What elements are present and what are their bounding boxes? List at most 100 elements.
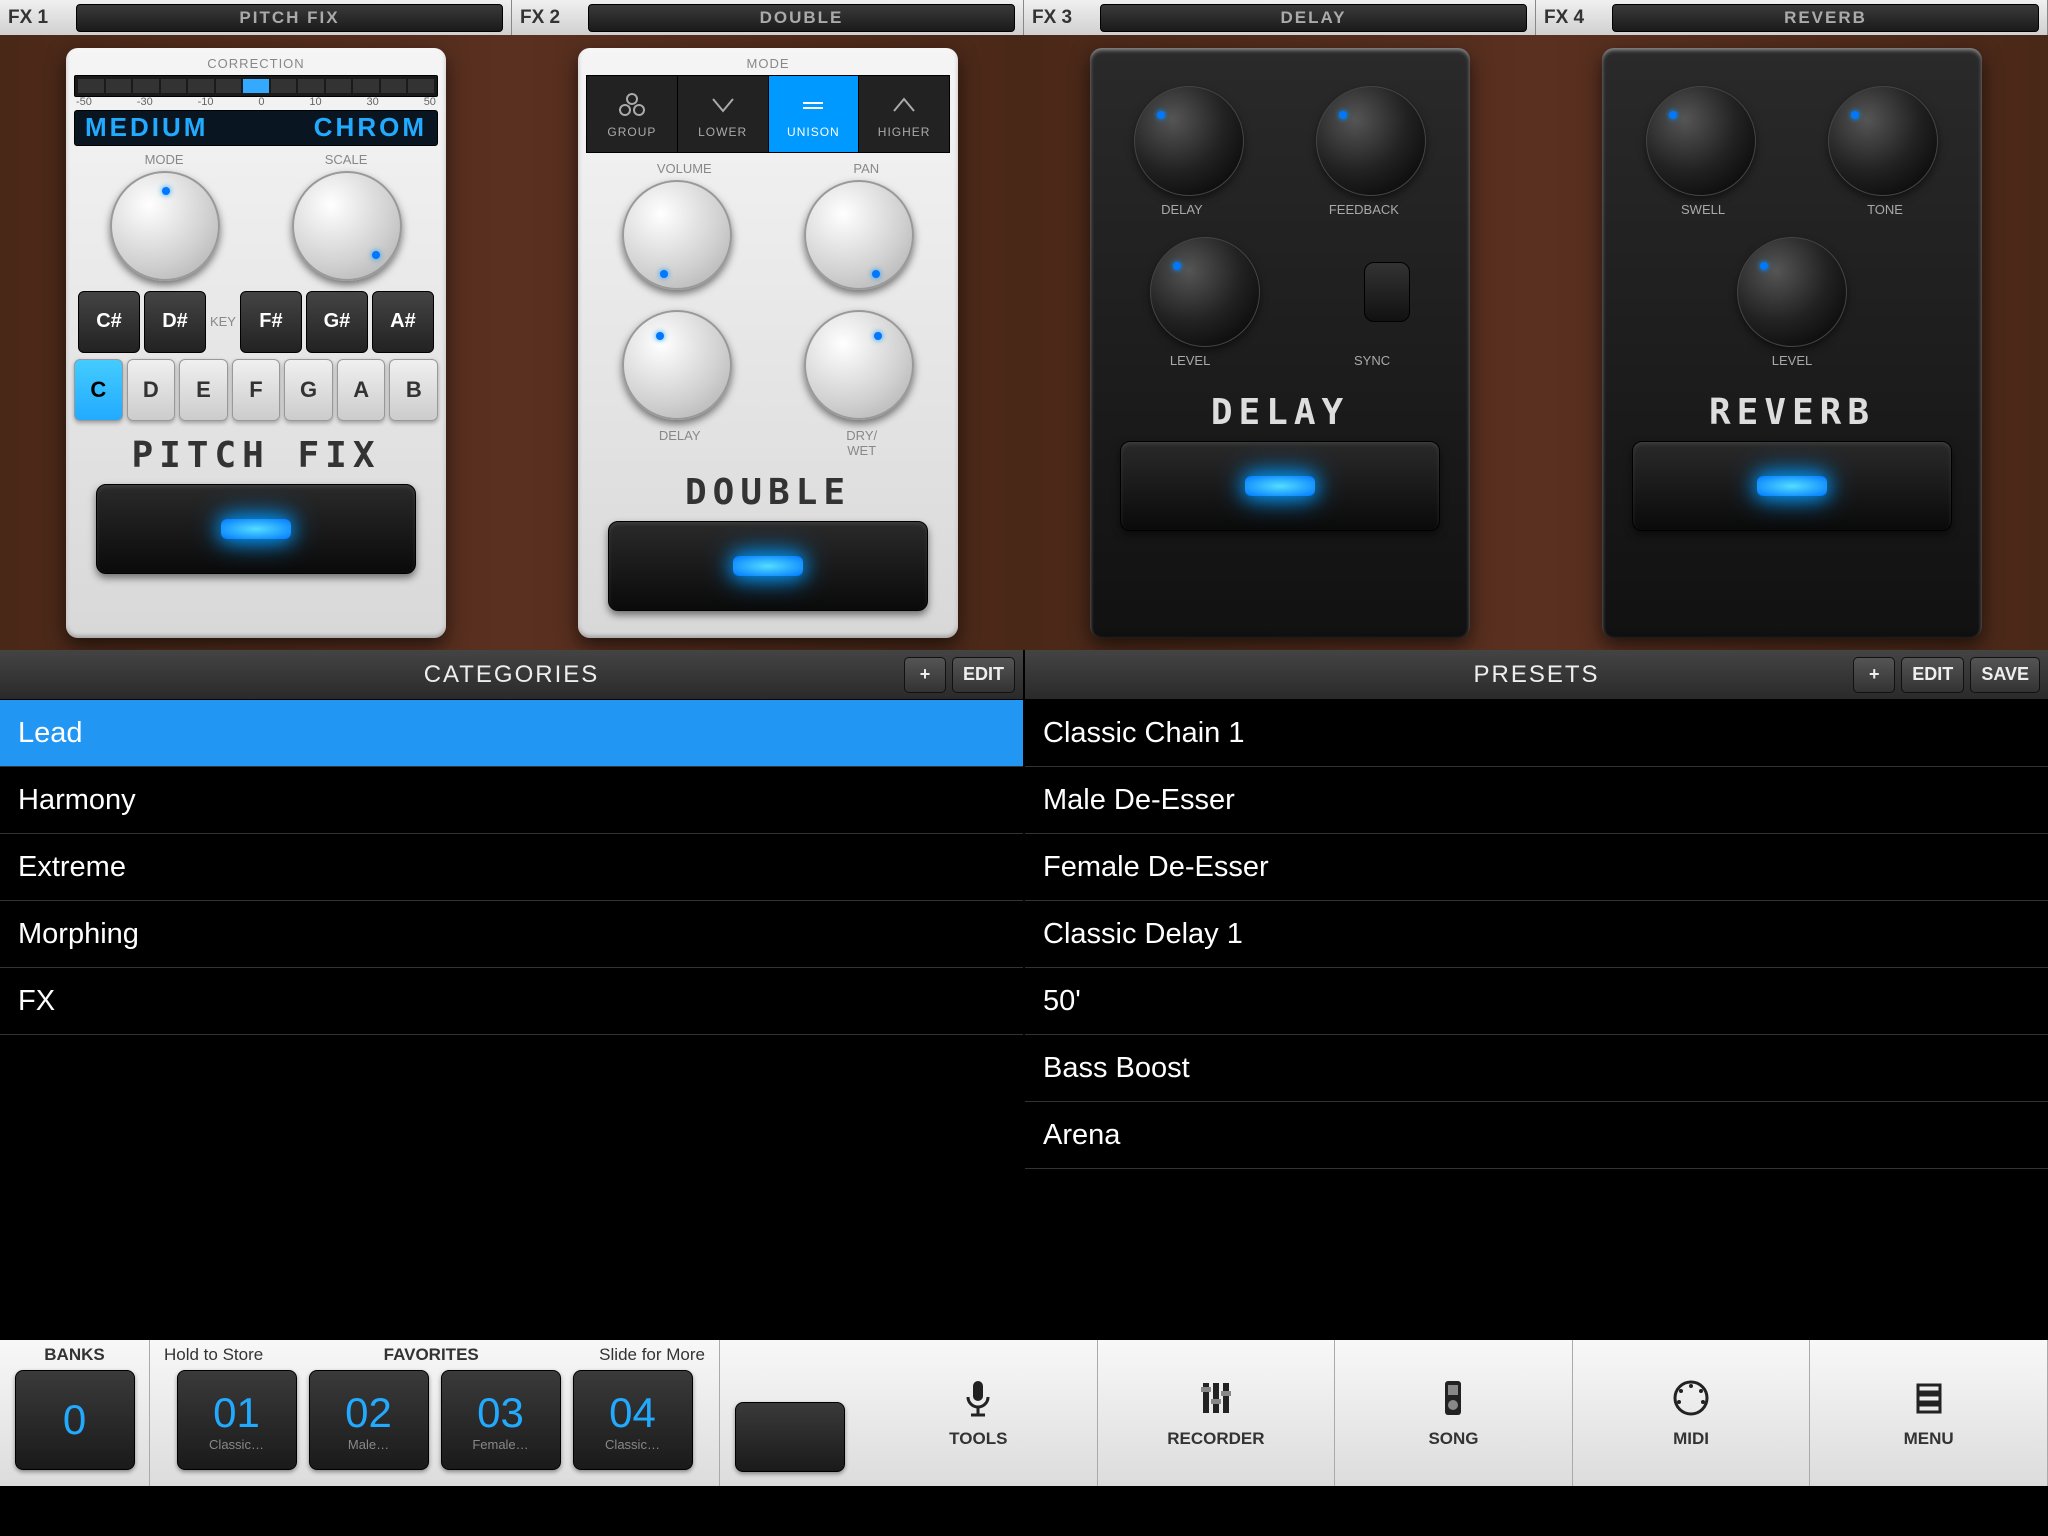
preset-item[interactable]: Bass Boost xyxy=(1025,1035,2048,1102)
fx1-label: FX 1 xyxy=(8,7,68,29)
presets-list[interactable]: Classic Chain 1Male De-EsserFemale De-Es… xyxy=(1025,700,2048,1340)
banks-button[interactable]: 0 xyxy=(15,1370,135,1470)
key-c[interactable]: C xyxy=(74,359,123,421)
favorite-button[interactable]: 03Female… xyxy=(441,1370,561,1470)
fx-slot-4: FX 4 REVERB xyxy=(1536,0,2048,35)
sync-button[interactable] xyxy=(1364,262,1410,322)
tool-recorder[interactable]: RECORDER xyxy=(1098,1340,1336,1486)
key-g[interactable]: G xyxy=(284,359,333,421)
favorite-button[interactable]: 02Male… xyxy=(309,1370,429,1470)
favorite-button[interactable]: 01Classic… xyxy=(177,1370,297,1470)
key-csharp[interactable]: C# xyxy=(78,291,140,353)
favorites-label: FAVORITES xyxy=(384,1345,479,1365)
display-mode: MEDIUM xyxy=(85,112,208,143)
banks-section: BANKS 0 xyxy=(0,1340,150,1486)
reverb-pedal: SWELLTONE LEVEL REVERB xyxy=(1602,48,1982,638)
category-item[interactable]: Morphing xyxy=(0,901,1023,968)
key-a[interactable]: A xyxy=(337,359,386,421)
swell-knob[interactable] xyxy=(1646,86,1756,196)
key-e[interactable]: E xyxy=(179,359,228,421)
key-d[interactable]: D xyxy=(127,359,176,421)
categories-header: CATEGORIES + EDIT xyxy=(0,650,1023,700)
slide-label: Slide for More xyxy=(599,1345,705,1365)
pan-knob[interactable] xyxy=(804,180,914,290)
fx-header: FX 1 PITCH FIX FX 2 DOUBLE FX 3 DELAY FX… xyxy=(0,0,2048,35)
double-footswitch[interactable] xyxy=(608,521,928,611)
preset-item[interactable]: Classic Chain 1 xyxy=(1025,700,2048,767)
fx2-label: FX 2 xyxy=(520,7,580,29)
preset-item[interactable]: Female De-Esser xyxy=(1025,834,2048,901)
double-name: DOUBLE xyxy=(586,472,950,513)
delay-level-knob[interactable] xyxy=(1150,237,1260,347)
key-dsharp[interactable]: D# xyxy=(144,291,206,353)
double-pedal: MODE GROUP LOWER UNISON HIGHER VOLUMEPAN… xyxy=(578,48,958,638)
led-icon xyxy=(221,519,291,539)
drywet-knob[interactable] xyxy=(804,310,914,420)
key-fsharp[interactable]: F# xyxy=(240,291,302,353)
favorites-section: Hold to Store FAVORITES Slide for More 0… xyxy=(150,1340,720,1486)
tone-knob[interactable] xyxy=(1828,86,1938,196)
presets-add-button[interactable]: + xyxy=(1853,657,1895,693)
delay-name: DELAY xyxy=(1098,392,1462,433)
preset-item[interactable]: Classic Delay 1 xyxy=(1025,901,2048,968)
mode-group[interactable]: GROUP xyxy=(587,76,678,152)
mode-unison[interactable]: UNISON xyxy=(769,76,860,152)
correction-ticks: -50-30-100103050 xyxy=(74,96,438,108)
blank-button[interactable] xyxy=(735,1402,845,1472)
key-label: KEY xyxy=(210,314,236,329)
category-item[interactable]: Harmony xyxy=(0,767,1023,834)
tool-tools[interactable]: TOOLS xyxy=(860,1340,1098,1486)
preset-item[interactable]: 50' xyxy=(1025,968,2048,1035)
fx3-label: FX 3 xyxy=(1032,7,1092,29)
category-item[interactable]: FX xyxy=(0,968,1023,1035)
volume-knob[interactable] xyxy=(622,180,732,290)
categories-edit-button[interactable]: EDIT xyxy=(952,657,1015,693)
delay-time-knob[interactable] xyxy=(1134,86,1244,196)
mode-higher[interactable]: HIGHER xyxy=(859,76,949,152)
reverb-footswitch[interactable] xyxy=(1632,441,1952,531)
preset-item[interactable]: Male De-Esser xyxy=(1025,767,2048,834)
reverb-level-knob[interactable] xyxy=(1737,237,1847,347)
key-asharp[interactable]: A# xyxy=(372,291,434,353)
led-icon xyxy=(1757,476,1827,496)
categories-add-button[interactable]: + xyxy=(904,657,946,693)
menu-icon xyxy=(1908,1377,1950,1419)
tool-menu[interactable]: MENU xyxy=(1810,1340,2048,1486)
ipod-icon xyxy=(1432,1377,1474,1419)
presets-edit-button[interactable]: EDIT xyxy=(1901,657,1964,693)
pedal-area: CORRECTION -50-30-100103050 MEDIUM CHROM… xyxy=(0,35,2048,650)
delay-footswitch[interactable] xyxy=(1120,441,1440,531)
tool-midi[interactable]: MIDI xyxy=(1573,1340,1811,1486)
key-gsharp[interactable]: G# xyxy=(306,291,368,353)
feedback-knob[interactable] xyxy=(1316,86,1426,196)
correction-meter xyxy=(74,75,438,97)
key-b[interactable]: B xyxy=(389,359,438,421)
delay-knob[interactable] xyxy=(622,310,732,420)
tool-song[interactable]: SONG xyxy=(1335,1340,1573,1486)
mode-knob[interactable] xyxy=(110,171,220,281)
lists: CATEGORIES + EDIT LeadHarmonyExtremeMorp… xyxy=(0,650,2048,1340)
categories-list[interactable]: LeadHarmonyExtremeMorphingFX xyxy=(0,700,1023,1340)
fx-slot-2: FX 2 DOUBLE xyxy=(512,0,1024,35)
fx1-name-button[interactable]: PITCH FIX xyxy=(76,4,503,32)
bottom-bar: BANKS 0 Hold to Store FAVORITES Slide fo… xyxy=(0,1340,2048,1486)
scale-knob[interactable] xyxy=(292,171,402,281)
pitchfix-footswitch[interactable] xyxy=(96,484,416,574)
key-f[interactable]: F xyxy=(232,359,281,421)
display-scale: CHROM xyxy=(314,112,427,143)
mode-lower[interactable]: LOWER xyxy=(678,76,769,152)
favorite-button[interactable]: 04Classic… xyxy=(573,1370,693,1470)
blank-button-section xyxy=(720,1340,860,1486)
banks-label: BANKS xyxy=(0,1340,149,1370)
mic-icon xyxy=(957,1377,999,1419)
fx-slot-1: FX 1 PITCH FIX xyxy=(0,0,512,35)
hold-label: Hold to Store xyxy=(164,1345,263,1365)
presets-save-button[interactable]: SAVE xyxy=(1970,657,2040,693)
fx3-name-button[interactable]: DELAY xyxy=(1100,4,1527,32)
sliders-icon xyxy=(1195,1377,1237,1419)
category-item[interactable]: Extreme xyxy=(0,834,1023,901)
category-item[interactable]: Lead xyxy=(0,700,1023,767)
fx4-name-button[interactable]: REVERB xyxy=(1612,4,2039,32)
fx2-name-button[interactable]: DOUBLE xyxy=(588,4,1015,32)
preset-item[interactable]: Arena xyxy=(1025,1102,2048,1169)
